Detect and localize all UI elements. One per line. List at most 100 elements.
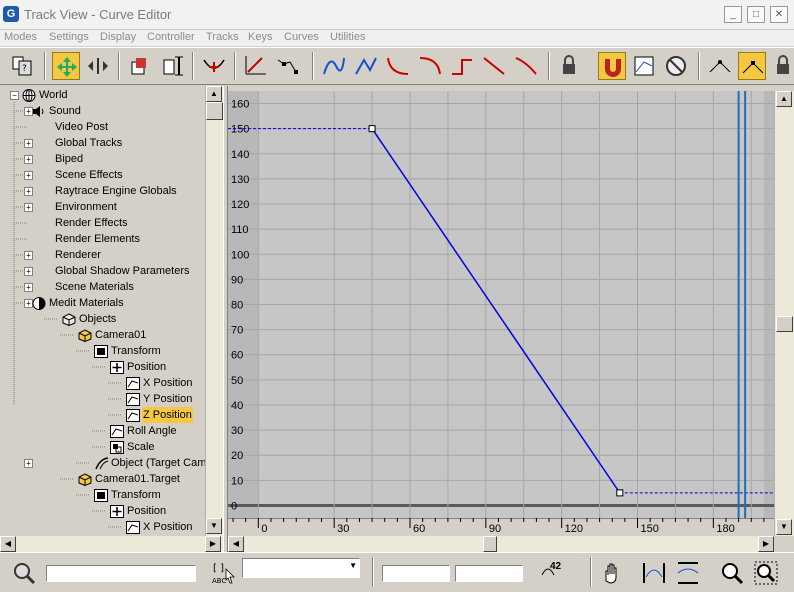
tree-item-label: Render Effects	[55, 217, 128, 229]
close-button[interactable]: ✕	[770, 6, 788, 23]
tangent-step-icon[interactable]	[448, 52, 476, 80]
show-keyable-icon[interactable]	[662, 52, 690, 80]
graph-scroll-thumb[interactable]	[776, 316, 793, 332]
tree-horizontal-scrollbar[interactable]: ◀ ▶	[0, 536, 223, 552]
move-keys-icon[interactable]	[52, 52, 80, 80]
position-icon	[110, 361, 124, 374]
menu-settings[interactable]: Settings	[49, 31, 89, 43]
scroll-down-button[interactable]: ▼	[206, 518, 222, 534]
menu-display[interactable]: Display	[100, 31, 136, 43]
speaker-icon	[32, 105, 46, 118]
frame-field[interactable]	[382, 565, 450, 582]
value-field[interactable]	[455, 565, 523, 582]
y-tick-label: 90	[231, 274, 243, 286]
x-tick-label: 0	[261, 523, 267, 535]
scroll-thumb[interactable]	[206, 102, 223, 120]
tangent-fast-icon[interactable]	[384, 52, 412, 80]
add-keys-icon[interactable]	[200, 52, 228, 80]
zoom-icon[interactable]	[718, 559, 746, 587]
x-tick-label: 180	[716, 523, 734, 535]
expand-icon[interactable]: +	[24, 283, 33, 292]
expand-icon[interactable]: +	[24, 267, 33, 276]
scroll-right-button[interactable]: ▶	[205, 536, 221, 552]
curve-graph-canvas[interactable]: 1601501401301201101009080706050403020100…	[228, 91, 774, 536]
track-selection-dropdown[interactable]: ▼	[242, 558, 360, 578]
expand-icon[interactable]: +	[24, 171, 33, 180]
expand-icon[interactable]: +	[24, 187, 33, 196]
tree-item-label: Video Post	[55, 121, 109, 133]
zoom-selected-object-icon[interactable]	[12, 561, 36, 585]
expand-icon[interactable]: +	[24, 251, 33, 260]
show-all-tangents-icon[interactable]	[706, 52, 734, 80]
graph-scroll-right-button[interactable]: ▶	[758, 536, 774, 552]
track-icon	[126, 409, 140, 422]
minimize-button[interactable]: _	[724, 6, 742, 23]
menu-controller[interactable]: Controller	[147, 31, 195, 43]
scroll-left-button[interactable]: ◀	[0, 536, 16, 552]
menu-modes[interactable]: Modes	[4, 31, 37, 43]
tangent-linear-icon[interactable]	[480, 52, 508, 80]
graph-hscroll-thumb[interactable]	[483, 536, 497, 552]
x-tick-label: 120	[565, 523, 583, 535]
tree-vertical-scrollbar[interactable]: ▲ ▼	[205, 86, 223, 536]
expand-icon[interactable]: +	[24, 139, 33, 148]
lock-tangents-icon[interactable]	[556, 52, 584, 80]
x-tick-label: 60	[413, 523, 425, 535]
pan-hand-icon[interactable]	[600, 561, 624, 585]
scale-keys-icon[interactable]	[126, 52, 154, 80]
zoom-value-extents-icon[interactable]	[674, 559, 702, 587]
draw-curves-icon[interactable]	[242, 52, 270, 80]
tree-item-label: Z Position	[142, 407, 193, 423]
status-bar: [ ] ABC ▼ 42	[0, 552, 794, 592]
expand-icon[interactable]: +	[24, 203, 33, 212]
tree-item-label: Y Position	[143, 393, 193, 405]
cube-yellow-icon	[78, 473, 92, 487]
tree-item-label: Global Tracks	[55, 137, 123, 149]
y-tick-label: 100	[231, 249, 249, 261]
menu-keys[interactable]: Keys	[248, 31, 272, 43]
key-point[interactable]	[368, 125, 376, 133]
tangent-custom-icon[interactable]	[352, 52, 380, 80]
scroll-up-button[interactable]: ▲	[206, 86, 222, 102]
curve-graph[interactable]: 160 150 140 130 120 110 100 90 80 70 60 50 40 30 20 10 0…	[228, 91, 774, 536]
lock-selection-icon[interactable]	[770, 52, 794, 80]
show-tangents-icon[interactable]	[738, 52, 766, 80]
tree-item-label: Scene Effects	[55, 169, 123, 181]
y-tick-label: 60	[231, 350, 243, 362]
expand-icon[interactable]: +	[24, 155, 33, 164]
selected-object-field[interactable]	[46, 565, 196, 582]
collapse-icon[interactable]: −	[10, 91, 19, 100]
zoom-region-icon[interactable]	[752, 559, 780, 587]
expand-icon[interactable]: +	[24, 459, 33, 468]
scale-values-icon[interactable]	[158, 52, 186, 80]
graph-scroll-left-button[interactable]: ◀	[228, 536, 244, 552]
graph-scroll-up-button[interactable]: ▲	[776, 91, 792, 107]
snap-frames-icon[interactable]	[598, 52, 626, 80]
tree-item-label: Transform	[111, 489, 161, 501]
tangent-smooth-icon[interactable]	[512, 52, 540, 80]
tree-item-label: Environment	[55, 201, 117, 213]
show-selected-key-stats-icon[interactable]: 42	[540, 559, 570, 585]
menu-curves[interactable]: Curves	[284, 31, 319, 43]
parameter-curve-oor-icon[interactable]	[630, 52, 658, 80]
slide-keys-icon[interactable]	[84, 52, 112, 80]
select-by-name-icon[interactable]: [ ] ABC	[210, 561, 238, 585]
tangent-auto-icon[interactable]	[320, 52, 348, 80]
graph-horizontal-scrollbar[interactable]: ◀ ▶	[228, 536, 774, 552]
tree-item-label: World	[39, 89, 68, 101]
menu-utilities[interactable]: Utilities	[330, 31, 365, 43]
filters-icon[interactable]: ?	[8, 52, 36, 80]
tree-item-label: Biped	[55, 153, 84, 165]
tangent-slow-icon[interactable]	[416, 52, 444, 80]
graph-vertical-scrollbar[interactable]: ▲ ▼	[774, 91, 794, 536]
sphere-icon	[32, 297, 46, 310]
tree-item-label: Roll Angle	[127, 425, 177, 437]
y-tick-label: 140	[231, 149, 249, 161]
menu-tracks[interactable]: Tracks	[206, 31, 239, 43]
track-icon	[110, 425, 124, 438]
reduce-keys-icon[interactable]	[274, 52, 302, 80]
key-point[interactable]	[616, 489, 624, 497]
zoom-horizontal-extents-icon[interactable]	[640, 559, 668, 587]
maximize-button[interactable]: □	[747, 6, 765, 23]
graph-scroll-down-button[interactable]: ▼	[776, 519, 792, 535]
